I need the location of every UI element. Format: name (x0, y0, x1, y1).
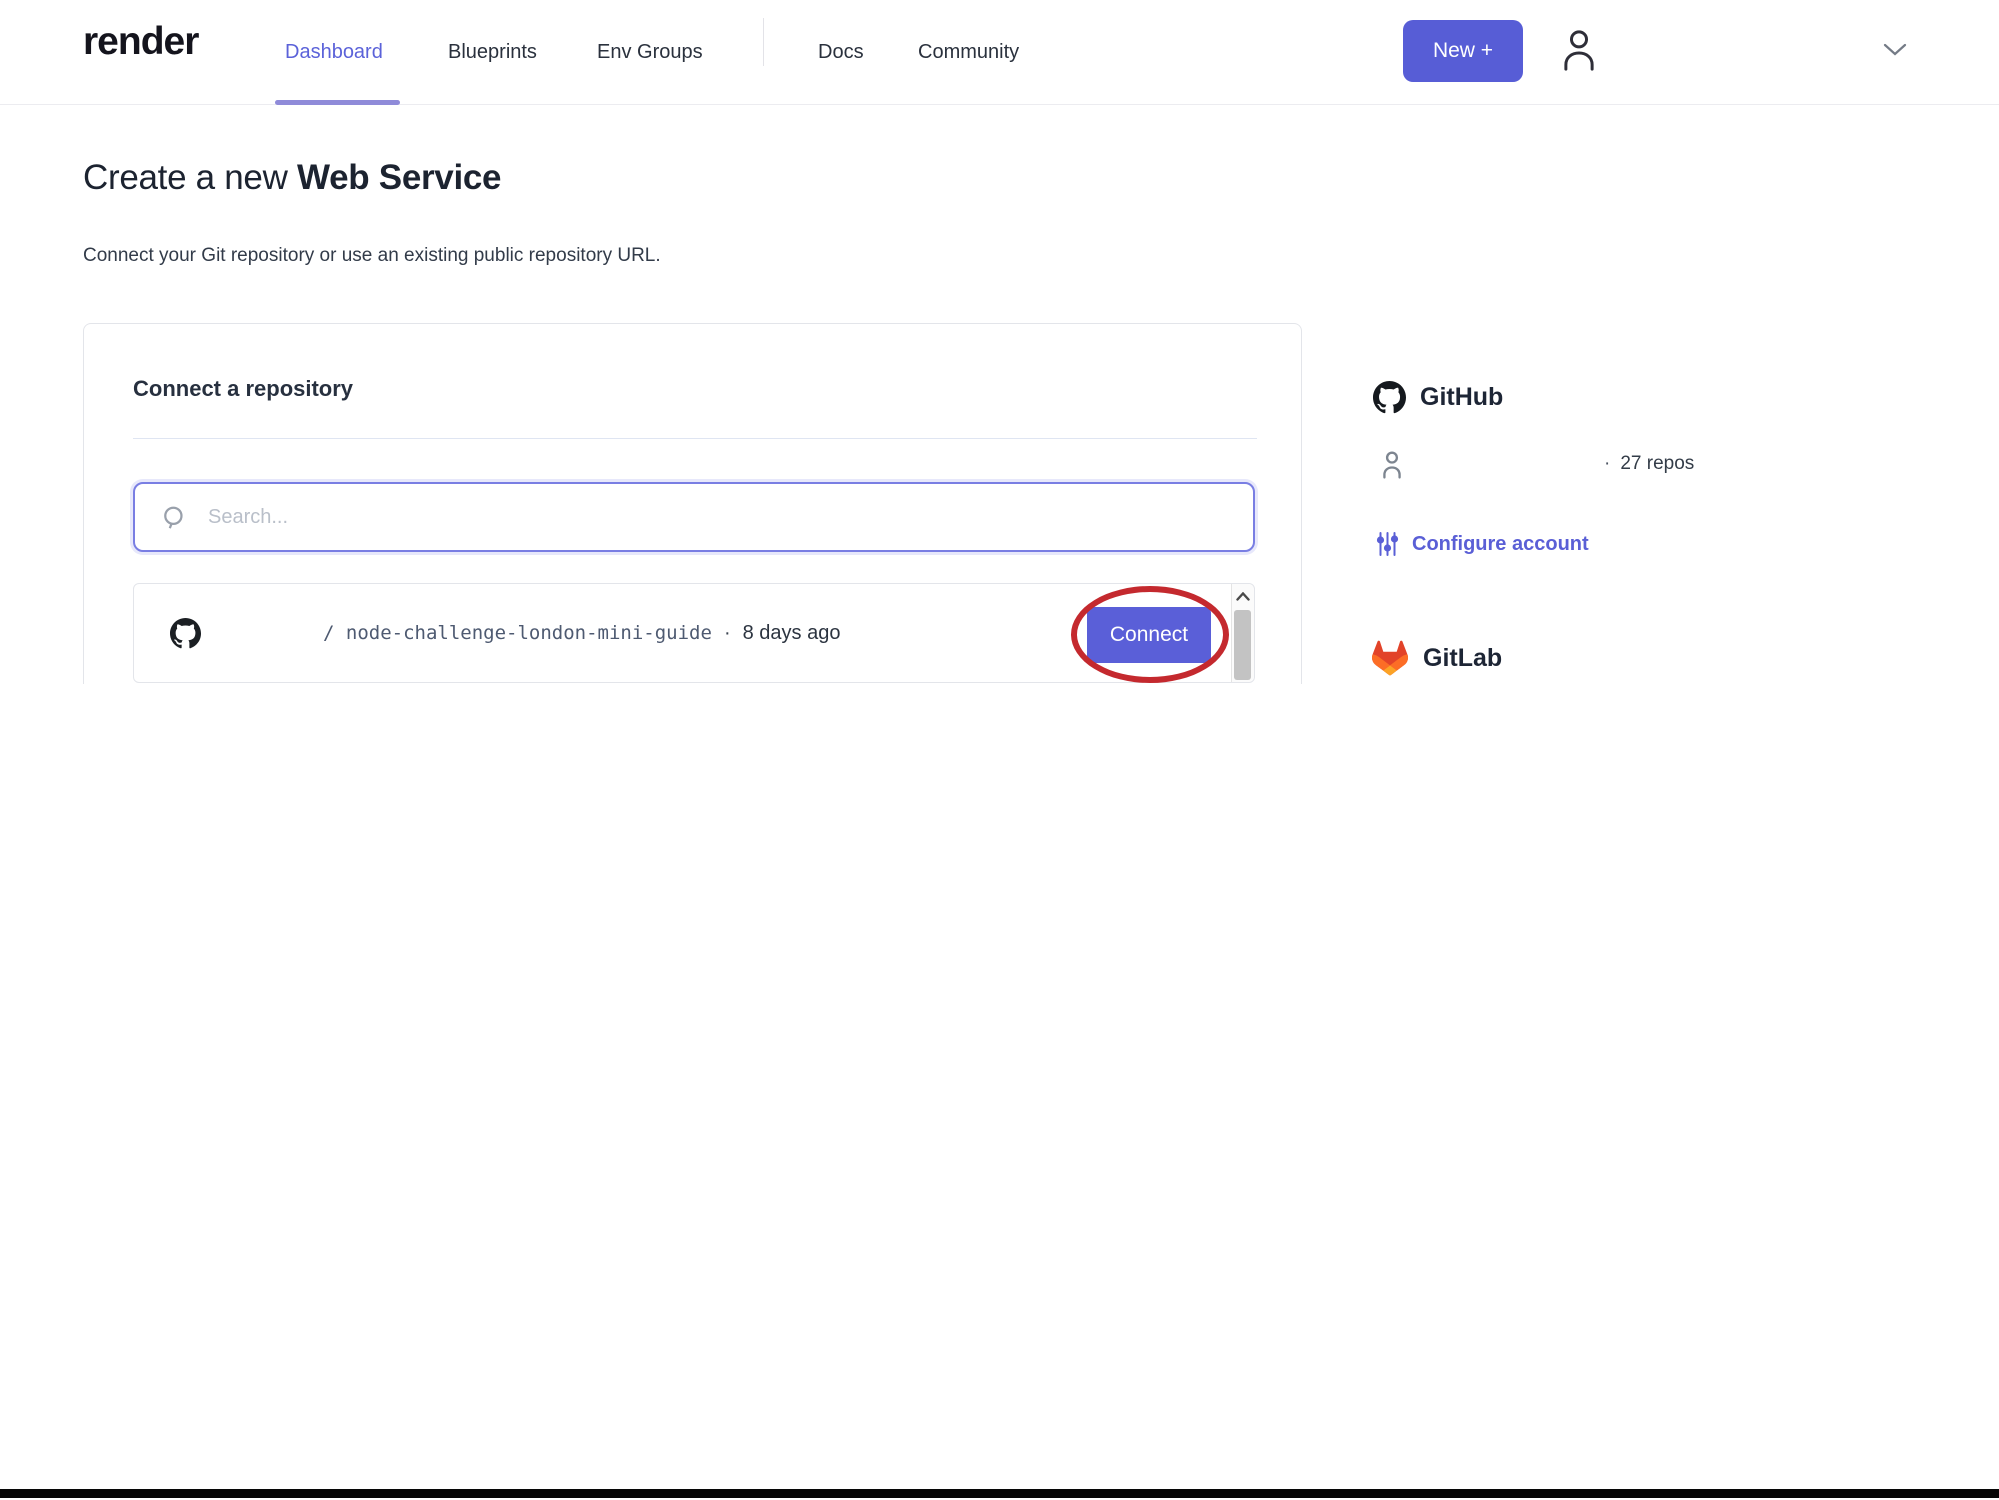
gitlab-section-header: GitLab (1371, 640, 1502, 676)
nav-divider (763, 18, 764, 66)
page-subtitle: Connect your Git repository or use an ex… (83, 245, 661, 266)
chevron-down-icon[interactable] (1882, 42, 1908, 58)
github-username-redacted (1416, 454, 1604, 474)
card-divider (133, 438, 1257, 439)
github-icon (170, 617, 201, 649)
configure-account-link[interactable]: Configure account (1376, 531, 1589, 557)
github-section-header: GitHub (1373, 381, 1503, 414)
repo-path: / node-challenge-london-mini-guide (323, 622, 712, 644)
repo-owner-redacted (201, 621, 323, 645)
nav-item-docs[interactable]: Docs (818, 0, 864, 104)
active-tab-underline (275, 100, 400, 105)
new-button-label: New + (1432, 39, 1494, 62)
repo-updated-time: 8 days ago (742, 621, 841, 644)
github-repo-count: 27 repos (1620, 453, 1695, 474)
card-title: Connect a repository (133, 376, 354, 401)
nav-item-blueprints[interactable]: Blueprints (448, 0, 537, 104)
repo-separator-dot: · (723, 621, 731, 644)
top-nav-bar: render Dashboard Blueprints Env Groups D… (0, 0, 1999, 105)
github-title: GitHub (1420, 383, 1504, 411)
render-logo[interactable]: render (83, 20, 199, 64)
repo-list-scrollbar[interactable] (1231, 584, 1254, 682)
search-icon (161, 504, 188, 531)
bottom-edge-bar (0, 1489, 1999, 1498)
nav-item-community[interactable]: Community (918, 0, 1019, 104)
account-user-icon (1378, 448, 1406, 480)
repo-search-box (133, 482, 1255, 552)
gitlab-title: GitLab (1423, 643, 1503, 672)
sliders-icon (1376, 531, 1399, 557)
account-separator-dot: · (1604, 453, 1611, 474)
configure-account-label: Configure account (1412, 532, 1589, 555)
gitlab-icon (1371, 640, 1409, 676)
repository-row[interactable]: / node-challenge-london-mini-guide · 8 d… (134, 584, 1230, 682)
scrollbar-thumb[interactable] (1234, 610, 1251, 680)
page-title: Create a new Web Service (83, 158, 502, 198)
user-account-button[interactable] (1556, 22, 1602, 76)
repository-list: / node-challenge-london-mini-guide · 8 d… (133, 583, 1255, 683)
connect-button[interactable]: Connect (1087, 607, 1211, 663)
repo-search-input[interactable] (206, 487, 1253, 547)
user-icon (1558, 25, 1600, 73)
github-icon (1373, 381, 1406, 414)
new-button[interactable]: New + (1403, 20, 1523, 82)
page-title-bold: Web Service (297, 158, 502, 197)
nav-item-env-groups[interactable]: Env Groups (597, 0, 703, 104)
page-title-regular: Create a new (83, 158, 297, 197)
connect-repository-card: Connect a repository / node-challenge-lo… (83, 323, 1302, 684)
github-account-row: · 27 repos (1378, 448, 1694, 480)
nav-item-dashboard[interactable]: Dashboard (285, 0, 383, 104)
scrollbar-up-arrow-icon[interactable] (1232, 588, 1254, 604)
